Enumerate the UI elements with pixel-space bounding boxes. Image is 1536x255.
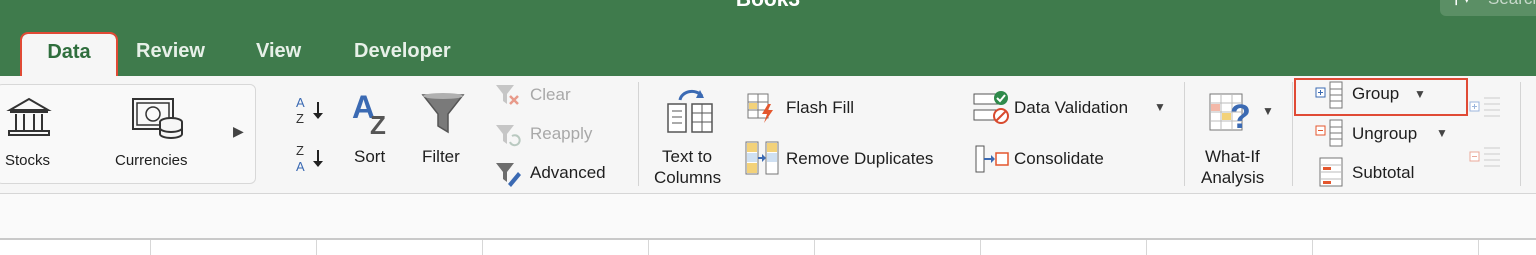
column-divider (316, 240, 317, 255)
subtotal-icon (1318, 156, 1346, 188)
separator (1292, 82, 1293, 186)
data-validation-dropdown-icon[interactable]: ▼ (1154, 100, 1166, 114)
column-divider (1146, 240, 1147, 255)
text-to-columns-label-2[interactable]: Columns (654, 168, 721, 188)
advanced-filter-icon (494, 160, 522, 188)
tab-view[interactable]: View (256, 40, 301, 66)
sheet-column-headers (0, 240, 1536, 255)
tab-review[interactable]: Review (136, 40, 205, 66)
what-if-analysis-icon: ? (1208, 90, 1260, 136)
separator (1520, 82, 1521, 186)
currencies-button[interactable]: Currencies (115, 152, 188, 169)
search-icon: ⚲▾ (1450, 0, 1471, 8)
data-validation-icon (972, 90, 1012, 126)
remove-duplicates-icon (744, 140, 780, 176)
ungroup-button[interactable]: Ungroup (1352, 124, 1417, 144)
window-title: Book3 (0, 0, 1536, 12)
group-icon (1314, 80, 1344, 110)
svg-text:?: ? (1230, 98, 1251, 136)
column-divider (814, 240, 815, 255)
column-divider (1478, 240, 1479, 255)
consolidate-icon (974, 144, 1010, 174)
reapply-button[interactable]: Reapply (530, 124, 592, 144)
sort-button[interactable]: Sort (354, 147, 385, 167)
subtotal-button[interactable]: Subtotal (1352, 163, 1414, 183)
show-detail-icon[interactable] (1468, 94, 1502, 124)
filter-icon (420, 90, 466, 138)
clear-button[interactable]: Clear (530, 85, 571, 105)
flash-fill-icon (746, 92, 778, 124)
separator (638, 82, 639, 186)
ungroup-dropdown-icon[interactable]: ▼ (1436, 126, 1448, 140)
filter-button[interactable]: Filter (422, 147, 460, 167)
svg-text:Z: Z (296, 143, 304, 158)
svg-text:Z: Z (296, 111, 304, 126)
reapply-filter-icon (494, 122, 522, 150)
column-divider (1312, 240, 1313, 255)
clear-filter-icon (494, 82, 522, 110)
column-divider (482, 240, 483, 255)
stocks-icon (6, 96, 52, 138)
what-if-label-2[interactable]: Analysis (1201, 168, 1264, 188)
text-to-columns-label-1[interactable]: Text to (662, 147, 712, 167)
svg-text:A: A (296, 159, 305, 174)
text-to-columns-icon (664, 86, 716, 136)
flash-fill-button[interactable]: Flash Fill (786, 98, 854, 118)
consolidate-button[interactable]: Consolidate (1014, 149, 1104, 169)
sort-a-to-z-icon[interactable]: AZ (294, 94, 326, 126)
column-divider (150, 240, 151, 255)
what-if-dropdown-icon[interactable]: ▼ (1262, 104, 1274, 118)
remove-duplicates-button[interactable]: Remove Duplicates (786, 149, 933, 169)
tab-data[interactable]: Data (20, 32, 118, 81)
column-divider (648, 240, 649, 255)
column-divider (980, 240, 981, 255)
svg-text:Z: Z (370, 110, 386, 138)
hide-detail-icon[interactable] (1468, 144, 1502, 174)
ungroup-icon (1314, 118, 1344, 148)
separator (1184, 82, 1185, 186)
search-box[interactable]: ⚲▾ Search (1440, 0, 1536, 16)
formula-bar[interactable] (0, 194, 1536, 240)
advanced-button[interactable]: Advanced (530, 163, 606, 183)
tab-developer[interactable]: Developer (354, 40, 451, 66)
search-placeholder: Search (1488, 0, 1536, 9)
group-dropdown-icon[interactable]: ▼ (1414, 87, 1426, 101)
stocks-button[interactable]: Stocks (5, 152, 50, 169)
currencies-icon (130, 96, 186, 140)
expand-gallery-icon[interactable]: ▶ (233, 123, 244, 140)
group-label[interactable]: Group (1352, 84, 1399, 104)
sort-icon: AZ (350, 88, 398, 138)
sort-z-to-a-icon[interactable]: ZA (294, 142, 326, 174)
data-validation-button[interactable]: Data Validation (1014, 98, 1128, 118)
what-if-label-1[interactable]: What-If (1205, 147, 1260, 167)
svg-text:A: A (296, 95, 305, 110)
